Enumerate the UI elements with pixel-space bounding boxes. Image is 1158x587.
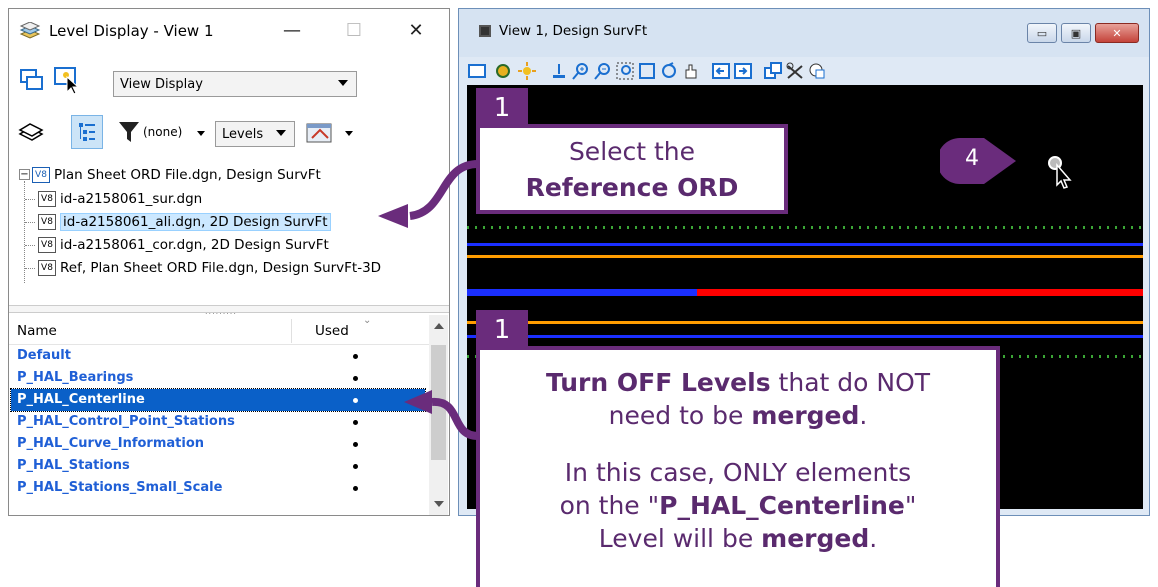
callout-text: on the " [559, 491, 660, 520]
step-badge: 1 [476, 310, 528, 350]
callout-text-bold: merged [761, 524, 870, 553]
callout-text-bold: merged [751, 401, 860, 430]
callout-text-bold: Reference ORD [525, 173, 739, 202]
callout-text: . [859, 401, 868, 430]
callout-spacer [480, 432, 996, 456]
callout-text-bold: Turn OFF Levels [545, 368, 771, 397]
step-4-badge: 4 [937, 138, 1016, 184]
callout-text: Select the [568, 137, 696, 166]
callout-line: Level will be merged. [480, 522, 996, 555]
callout-text-bold: P_HAL_Centerline [659, 491, 905, 520]
step-4-number: 4 [965, 146, 979, 171]
callout-text: In this case, ONLY elements [564, 458, 912, 487]
arrow-head [404, 390, 432, 414]
arrow-head [378, 204, 408, 228]
callout-turn-off-levels: Turn OFF Levels that do NOT need to be m… [476, 346, 1000, 587]
callout-line: on the "P_HAL_Centerline" [480, 489, 996, 522]
screenshot-stage: Level Display - View 1 — ☐ ✕ View Displa… [0, 0, 1158, 587]
callout-line: need to be merged. [480, 399, 996, 432]
callout-select-reference: Select the Reference ORD [476, 124, 788, 214]
callout-text: " [904, 491, 917, 520]
arrow-to-level [431, 398, 479, 440]
callout-text: need to be [608, 401, 752, 430]
callout-text: that do NOT [770, 368, 931, 397]
arrow-to-reference [409, 160, 479, 220]
callout-text: . [869, 524, 878, 553]
callout-text: Level will be [598, 524, 762, 553]
step-badge: 1 [476, 88, 528, 128]
callout-line: Turn OFF Levels that do NOT [480, 366, 996, 399]
